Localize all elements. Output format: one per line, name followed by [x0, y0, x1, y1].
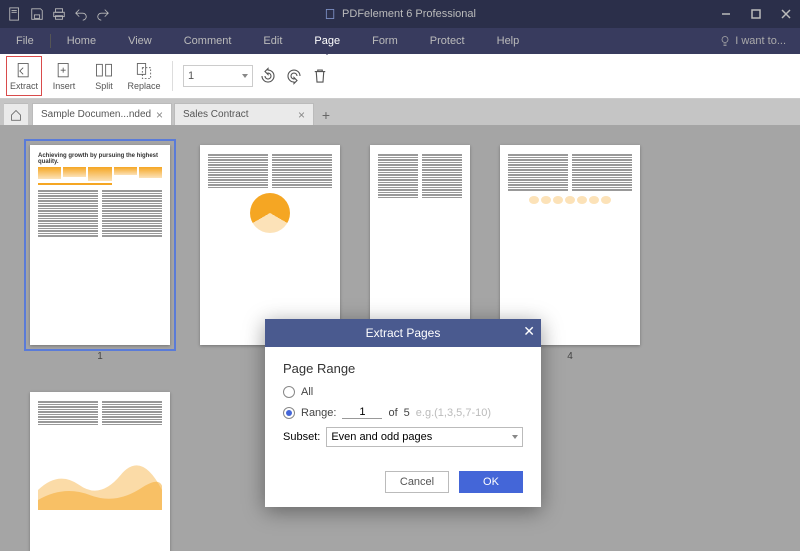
page-thumb-5[interactable]: [30, 392, 170, 551]
tab-1-close[interactable]: ×: [156, 108, 163, 122]
cancel-button[interactable]: Cancel: [385, 471, 449, 493]
subset-label: Subset:: [283, 431, 320, 443]
menu-protect[interactable]: Protect: [414, 28, 481, 54]
undo-icon[interactable]: [74, 7, 88, 21]
app-logo-icon: [8, 7, 22, 21]
thumb-1-label: 1: [97, 351, 103, 362]
radio-all[interactable]: All: [283, 386, 523, 398]
range-total: 5: [404, 407, 410, 419]
replace-icon: [134, 61, 154, 81]
app-icon: [324, 8, 336, 20]
thumb-1-title: Achieving growth by pursuing the highest…: [38, 153, 162, 165]
maximize-button[interactable]: [742, 0, 770, 28]
extract-icon: [14, 61, 34, 81]
rotate-cw-button[interactable]: [283, 65, 305, 87]
extract-pages-dialog: Extract Pages ✕ Page Range All Range: of…: [265, 319, 541, 507]
lightbulb-icon: [719, 35, 731, 47]
quick-access-toolbar: [0, 7, 118, 21]
insert-button[interactable]: Insert: [46, 56, 82, 96]
titlebar: PDFelement 6 Professional: [0, 0, 800, 28]
menu-view[interactable]: View: [112, 28, 168, 54]
dialog-title: Extract Pages: [366, 326, 441, 340]
home-icon: [10, 109, 22, 121]
tab-2-label: Sales Contract: [183, 109, 249, 120]
tab-1[interactable]: Sample Documen...nded ×: [32, 103, 172, 125]
tab-1-label: Sample Documen...nded: [41, 109, 151, 120]
ribbon: Extract Insert Split Replace 1: [0, 54, 800, 99]
print-icon[interactable]: [52, 7, 66, 21]
menu-home[interactable]: Home: [51, 28, 112, 54]
menu-help[interactable]: Help: [481, 28, 536, 54]
radio-all-label: All: [301, 386, 313, 398]
dialog-section-title: Page Range: [283, 361, 523, 376]
tab-2[interactable]: Sales Contract ×: [174, 103, 314, 125]
add-tab-button[interactable]: +: [316, 105, 336, 125]
close-button[interactable]: [772, 0, 800, 28]
subset-select[interactable]: Even and odd pages: [326, 427, 523, 447]
thumb-4-label: 4: [567, 351, 573, 362]
range-hint: e.g.(1,3,5,7-10): [416, 407, 491, 419]
save-icon[interactable]: [30, 7, 44, 21]
menu-edit[interactable]: Edit: [247, 28, 298, 54]
ok-button[interactable]: OK: [459, 471, 523, 493]
dialog-close-button[interactable]: ✕: [523, 323, 535, 340]
tab-2-close[interactable]: ×: [298, 108, 305, 122]
menu-file[interactable]: File: [0, 28, 50, 54]
page-thumb-1[interactable]: Achieving growth by pursuing the highest…: [30, 145, 170, 362]
dialog-header[interactable]: Extract Pages ✕: [265, 319, 541, 347]
radio-range-label: Range:: [301, 407, 336, 419]
rotate-cw-icon: [285, 67, 303, 85]
extract-button[interactable]: Extract: [6, 56, 42, 96]
rotate-ccw-button[interactable]: [257, 65, 279, 87]
tabbar: Sample Documen...nded × Sales Contract ×…: [0, 99, 800, 125]
insert-icon: [54, 61, 74, 81]
home-button[interactable]: [4, 103, 28, 125]
menu-form[interactable]: Form: [356, 28, 414, 54]
page-selector[interactable]: 1: [183, 65, 253, 87]
delete-button[interactable]: [309, 65, 331, 87]
radio-range[interactable]: Range: of 5 e.g.(1,3,5,7-10): [283, 406, 523, 419]
menu-page[interactable]: Page: [298, 28, 356, 54]
range-value-input[interactable]: [342, 406, 382, 419]
rotate-ccw-icon: [259, 67, 277, 85]
replace-button[interactable]: Replace: [126, 56, 162, 96]
app-title: PDFelement 6 Professional: [324, 8, 476, 20]
trash-icon: [311, 67, 329, 85]
i-want-to[interactable]: I want to...: [705, 35, 800, 47]
range-of-label: of: [388, 407, 397, 419]
minimize-button[interactable]: [712, 0, 740, 28]
radio-range-input[interactable]: [283, 407, 295, 419]
split-button[interactable]: Split: [86, 56, 122, 96]
menu-comment[interactable]: Comment: [168, 28, 248, 54]
split-icon: [94, 61, 114, 81]
workspace: Achieving growth by pursuing the highest…: [0, 125, 800, 551]
redo-icon[interactable]: [96, 7, 110, 21]
area-chart-icon: [38, 460, 162, 510]
radio-all-input[interactable]: [283, 386, 295, 398]
menubar: File Home View Comment Edit Page Form Pr…: [0, 28, 800, 54]
